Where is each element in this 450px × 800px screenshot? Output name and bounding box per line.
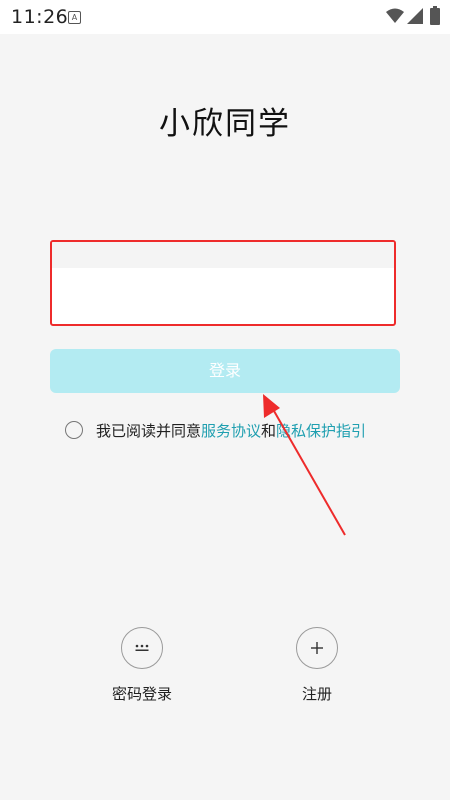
- agreement-text: 我已阅读并同意服务协议和隐私保护指引: [96, 420, 366, 441]
- plus-icon: [311, 642, 323, 654]
- register-label: 注册: [301, 685, 332, 703]
- agreement-conjunction: 和: [261, 421, 277, 440]
- register-option[interactable]: 注册: [257, 627, 377, 704]
- agreement-prefix: 我已阅读并同意: [96, 421, 202, 440]
- dots-icon: [135, 644, 149, 651]
- agreement-row: 我已阅读并同意服务协议和隐私保护指引: [65, 419, 366, 441]
- password-login-option[interactable]: 密码登录: [82, 627, 202, 704]
- app-title: 小欣同学: [159, 106, 291, 142]
- password-login-button[interactable]: [121, 627, 163, 669]
- status-time: 11:26: [11, 6, 69, 28]
- agreement-checkbox[interactable]: [65, 421, 83, 439]
- status-bar: 11:26 A: [0, 0, 450, 34]
- input-top-stripe: [52, 242, 394, 268]
- signal-icon: [407, 8, 423, 24]
- login-button[interactable]: 登录: [50, 349, 400, 393]
- battery-icon: [430, 6, 440, 25]
- wifi-icon: [386, 8, 404, 23]
- password-login-label: 密码登录: [111, 685, 172, 703]
- phone-input-container[interactable]: [50, 240, 396, 326]
- privacy-policy-link[interactable]: 隐私保护指引: [276, 422, 366, 440]
- register-button[interactable]: [296, 627, 338, 669]
- notification-app-icon: A: [68, 11, 81, 24]
- service-agreement-link[interactable]: 服务协议: [201, 422, 261, 440]
- phone-input[interactable]: [62, 270, 386, 322]
